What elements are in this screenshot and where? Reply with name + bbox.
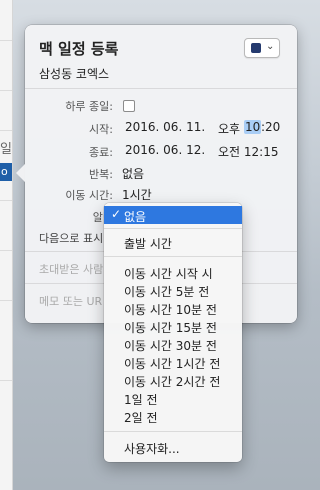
start-ampm[interactable]: 오후 <box>218 120 240 137</box>
travel-time-label: 이동 시간: <box>65 189 113 202</box>
menu-separator <box>104 228 242 229</box>
menu-separator <box>104 431 242 432</box>
menu-item-custom[interactable]: 사용자화... <box>104 438 242 456</box>
calendar-background-strip: 일 o <box>0 0 13 490</box>
grid-line <box>0 200 12 201</box>
menu-item-travel-15[interactable]: 이동 시간 15분 전 <box>104 317 242 335</box>
chevron-down-icon: ⌄ <box>266 41 275 52</box>
start-hour-field[interactable]: 10 <box>244 120 262 134</box>
menu-item-1-day[interactable]: 1일 전 <box>104 389 242 407</box>
menu-item-none[interactable]: ✓ 없음 <box>104 206 242 224</box>
grid-line <box>0 250 12 251</box>
all-day-checkbox[interactable] <box>123 100 135 112</box>
alert-label: 알림 <box>92 211 113 224</box>
end-label: 종료: <box>89 146 113 159</box>
start-label: 시작: <box>89 123 113 136</box>
end-time[interactable]: 오전 12:15 <box>218 143 278 160</box>
grid-line <box>0 130 12 131</box>
calendar-color-swatch <box>251 43 261 53</box>
menu-item-travel-5[interactable]: 이동 시간 5분 전 <box>104 281 242 299</box>
grid-line <box>0 40 12 41</box>
travel-time-value[interactable]: 1시간 <box>122 186 152 203</box>
menu-item-2-days[interactable]: 2일 전 <box>104 407 242 425</box>
alert-dropdown-menu: ✓ 없음 출발 시간 이동 시간 시작 시 이동 시간 5분 전 이동 시간 1… <box>104 203 242 462</box>
all-day-label: 하루 종일: <box>65 100 113 113</box>
show-as-label[interactable]: 다음으로 표시 <box>39 230 103 246</box>
menu-item-travel-30[interactable]: 이동 시간 30분 전 <box>104 335 242 353</box>
repeat-label: 반복: <box>89 168 113 181</box>
event-location[interactable]: 삼성동 코엑스 <box>39 65 109 82</box>
menu-separator <box>104 256 242 257</box>
notes-field[interactable]: 메모 또는 UR <box>39 293 102 309</box>
grid-line <box>0 90 12 91</box>
menu-item-travel-start[interactable]: 이동 시간 시작 시 <box>104 263 242 281</box>
menu-item-travel-2h[interactable]: 이동 시간 2시간 전 <box>104 371 242 389</box>
repeat-value[interactable]: 없음 <box>122 165 144 182</box>
checkmark-icon: ✓ <box>111 207 122 221</box>
grid-line <box>0 380 12 381</box>
grid-line <box>0 300 12 301</box>
calendar-day-label: 일 <box>0 142 12 157</box>
menu-item-departure[interactable]: 출발 시간 <box>104 233 242 251</box>
start-minute-field[interactable]: :20 <box>261 120 280 134</box>
menu-item-travel-1h[interactable]: 이동 시간 1시간 전 <box>104 353 242 371</box>
menu-item-travel-10[interactable]: 이동 시간 10분 전 <box>104 299 242 317</box>
start-date[interactable]: 2016. 06. 11. <box>125 120 205 134</box>
end-date[interactable]: 2016. 06. 12. <box>125 143 205 157</box>
selected-event-label: o <box>1 165 8 178</box>
divider <box>25 88 297 89</box>
invitees-field[interactable]: 초대받은 사람 <box>39 261 103 277</box>
event-title[interactable]: 맥 일정 등록 <box>39 38 118 59</box>
popover-arrow <box>16 164 25 182</box>
calendar-color-select[interactable]: ⌄ <box>244 38 280 58</box>
